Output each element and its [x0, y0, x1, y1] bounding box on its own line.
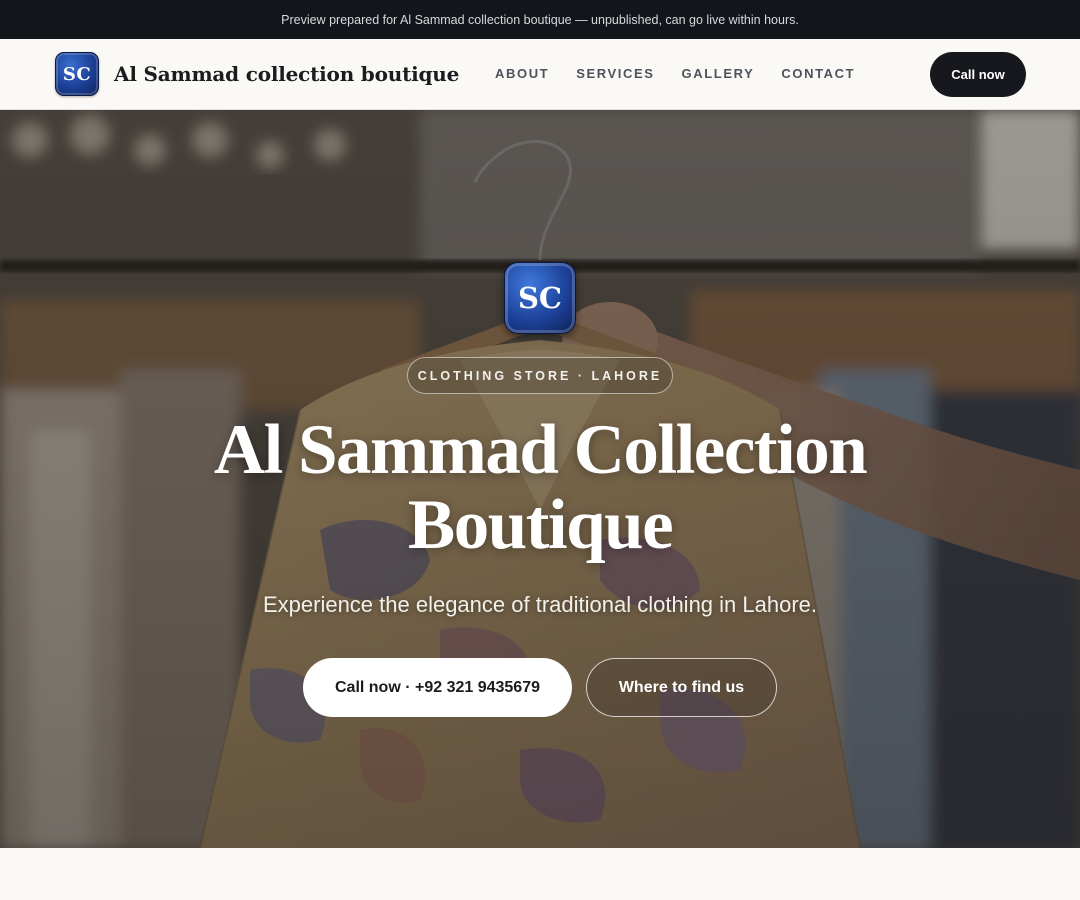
hero-logo-badge: SC: [504, 262, 576, 334]
brand[interactable]: SC Al Sammad collection boutique: [55, 52, 459, 96]
preview-banner-text: Preview prepared for Al Sammad collectio…: [281, 12, 799, 27]
hero-section: SC CLOTHING STORE · LAHORE Al Sammad Col…: [0, 110, 1080, 848]
main-nav: ABOUT SERVICES GALLERY CONTACT: [495, 66, 855, 81]
hero-title-line2: Boutique: [407, 486, 674, 564]
hero-category-tag: CLOTHING STORE · LAHORE: [407, 357, 673, 394]
hero-subtitle: Experience the elegance of traditional c…: [262, 592, 818, 617]
hero-location-button[interactable]: Where to find us: [586, 658, 777, 717]
preview-banner: Preview prepared for Al Sammad collectio…: [0, 0, 1080, 39]
logo-badge: SC: [55, 52, 99, 96]
nav-link-contact[interactable]: CONTACT: [781, 66, 855, 81]
hero-title: Al Sammad Collection Boutique: [140, 413, 940, 563]
hero-call-button[interactable]: Call now · +92 321 9435679: [303, 658, 572, 717]
brand-name: Al Sammad collection boutique: [114, 62, 460, 86]
site-header: SC Al Sammad collection boutique ABOUT S…: [0, 39, 1080, 110]
nav-link-about[interactable]: ABOUT: [495, 66, 549, 81]
nav-link-services[interactable]: SERVICES: [576, 66, 654, 81]
nav-link-gallery[interactable]: GALLERY: [682, 66, 755, 81]
hero-title-line1: Al Sammad Collection: [213, 411, 868, 489]
header-call-button[interactable]: Call now: [930, 52, 1026, 97]
